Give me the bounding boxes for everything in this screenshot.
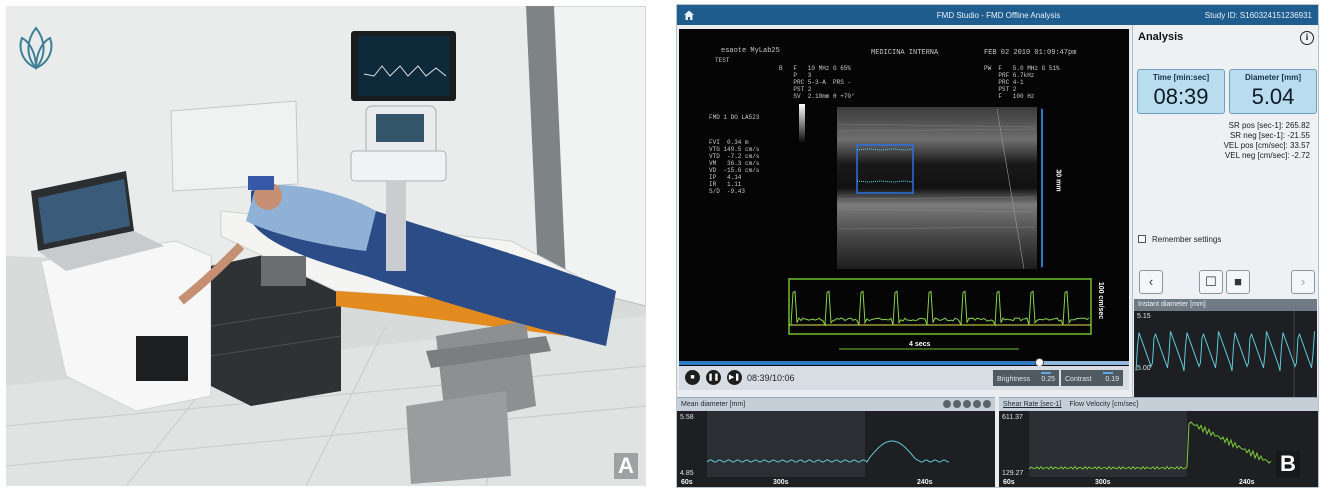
remember-settings[interactable]: Remember settings (1138, 235, 1221, 244)
tab-flow-velocity[interactable]: Flow Velocity [cm/sec] (1069, 401, 1138, 408)
remember-settings-label: Remember settings (1152, 235, 1221, 244)
brightness-slider[interactable]: Brightness 0.25 (993, 370, 1059, 386)
tab-shear-rate[interactable]: Shear Rate [sec-1] (1003, 401, 1061, 408)
chart-zoom-controls[interactable] (941, 400, 991, 410)
fmd-studio-window: FMD Studio - FMD Offline Analysis Study … (676, 4, 1319, 488)
study-id: Study ID: S160324151236931 (1205, 11, 1312, 20)
playback-controls: ■ ❚❚ ▶❚ 08:39/10:06 Brightness 0.25 Cont… (679, 366, 1129, 390)
panel-a-label: A (614, 453, 638, 479)
flow-stats: SR pos [sec-1]: 265.82 SR neg [sec-1]: -… (1224, 121, 1310, 161)
stat-vel-neg: VEL neg [cm/sec]: -2.72 (1224, 151, 1310, 161)
diameter-metric-value: 5.04 (1230, 84, 1316, 110)
analysis-title: Analysis (1138, 31, 1183, 43)
stat-sr-neg: SR neg [sec-1]: -21.55 (1224, 131, 1310, 141)
stop-analysis-button[interactable]: ■ (1226, 270, 1250, 294)
shear-rate-plot (999, 411, 1319, 487)
pause-button[interactable]: ❚❚ (706, 370, 721, 385)
instant-diameter-chart: Instant diameter [mm] 5.15 5.00 (1134, 299, 1317, 399)
previous-button[interactable]: ‹ (1139, 270, 1163, 294)
shear-rate-chart: Shear Rate [sec-1] Flow Velocity [cm/sec… (999, 397, 1319, 487)
time-metric-card: Time [min:sec] 08:39 (1137, 69, 1225, 114)
pan-icon (963, 400, 971, 408)
next-button[interactable]: › (1291, 270, 1315, 294)
playback-progress-fill (679, 361, 1039, 365)
reset-icon (973, 400, 981, 408)
stop-button[interactable]: ■ (685, 370, 700, 385)
mean-diameter-chart: Mean diameter [mm] 5.58 4.85 60s 300s 24… (677, 397, 995, 487)
time-metric-value: 08:39 (1138, 84, 1224, 110)
playback-progress-bar[interactable] (679, 361, 1129, 365)
stat-sr-pos: SR pos [sec-1]: 265.82 (1224, 121, 1310, 131)
ultrasound-graphics (679, 29, 1129, 367)
settings-icon (983, 400, 991, 408)
diameter-metric-label: Diameter [mm] (1230, 73, 1316, 82)
brightness-label: Brightness (997, 376, 1030, 383)
brightness-value: 0.25 (1041, 376, 1055, 383)
time-scale-label: 4 secs (909, 341, 930, 348)
step-forward-button[interactable]: ▶❚ (727, 370, 742, 385)
velocity-scale-label: 100 cm/sec (1097, 282, 1104, 319)
stat-vel-pos: VEL pos [cm/sec]: 33.57 (1224, 141, 1310, 151)
info-icon[interactable]: i (1300, 31, 1314, 45)
instant-diameter-title: Instant diameter [mm] (1134, 299, 1317, 311)
playback-time: 08:39/10:06 (747, 373, 795, 383)
panel-b-label: B (1276, 451, 1300, 477)
contrast-slider[interactable]: Contrast 0.19 (1061, 370, 1123, 386)
zoom-out-icon (943, 400, 951, 408)
contrast-label: Contrast (1065, 376, 1091, 383)
mean-diameter-plot (677, 411, 995, 487)
mean-diameter-title: Mean diameter [mm] (681, 401, 745, 408)
lab-scene-illustration (6, 6, 646, 486)
figure-root: A FMD Studio - FMD Offline Analysis Stud… (0, 0, 1325, 492)
zoom-in-icon (953, 400, 961, 408)
contrast-value: 0.19 (1105, 376, 1119, 383)
instant-diameter-plot (1134, 311, 1317, 399)
doppler-box (789, 279, 1091, 334)
save-frame-button[interactable]: ☐ (1199, 270, 1223, 294)
remember-settings-checkbox[interactable] (1138, 235, 1146, 243)
lab-photo: A (6, 6, 646, 486)
title-bar: FMD Studio - FMD Offline Analysis Study … (677, 5, 1319, 25)
time-metric-label: Time [min:sec] (1138, 73, 1224, 82)
diameter-metric-card: Diameter [mm] 5.04 (1229, 69, 1317, 114)
ultrasound-view[interactable]: esaote MyLab25 TEST MEDICINA INTERNA FEB… (679, 29, 1129, 367)
depth-label: 30 mm (1055, 169, 1062, 191)
